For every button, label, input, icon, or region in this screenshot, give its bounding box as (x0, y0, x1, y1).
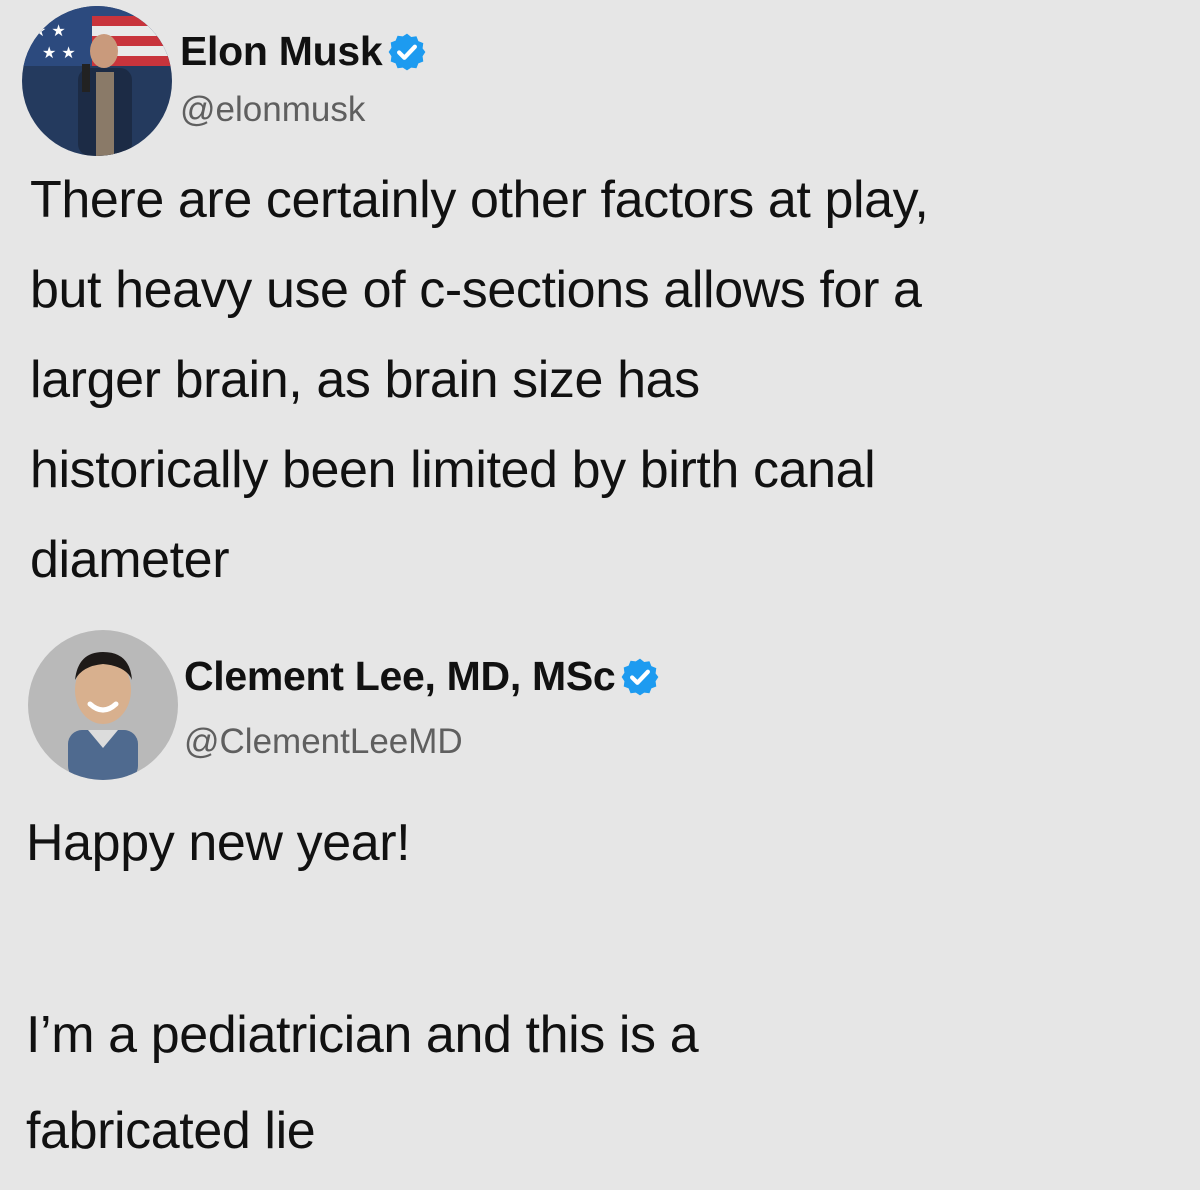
display-name-text: Clement Lee, MD, MSc (184, 653, 616, 699)
svg-text:★ ★: ★ ★ (32, 21, 66, 40)
handle[interactable]: @ClementLeeMD (184, 722, 463, 762)
tweet-text: There are certainly other factors at pla… (30, 171, 929, 589)
tweet-text: Happy new year! I’m a pediatrician and t… (26, 814, 699, 1160)
avatar-image: ★ ★ ★ ★ (22, 6, 172, 156)
display-name-text: Elon Musk (180, 28, 383, 74)
avatar-image (28, 630, 178, 780)
verified-check-icon (619, 656, 661, 698)
handle[interactable]: @elonmusk (180, 90, 365, 130)
display-name[interactable]: Clement Lee, MD, MSc (184, 653, 661, 700)
verified-check-icon (386, 31, 428, 73)
display-name[interactable]: Elon Musk (180, 28, 428, 75)
avatar[interactable] (28, 630, 178, 780)
svg-text:★ ★: ★ ★ (42, 43, 76, 62)
avatar[interactable]: ★ ★ ★ ★ (22, 6, 172, 156)
